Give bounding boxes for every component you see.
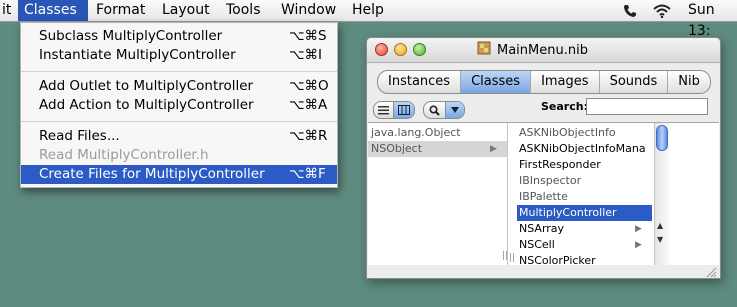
menu-item-create-files[interactable]: Create Files for MultiplyController ⌥⌘F xyxy=(21,165,337,184)
search-options-control xyxy=(423,101,465,119)
menu-layout[interactable]: Layout xyxy=(156,0,216,21)
list-item[interactable]: NSColorPicker xyxy=(517,253,652,265)
list-item-label: java.lang.Object xyxy=(371,126,461,139)
list-item[interactable]: ASKNibObjectInfo xyxy=(517,125,652,141)
search-icon[interactable] xyxy=(424,102,445,118)
column-resize-icon[interactable]: || xyxy=(502,251,508,261)
scroll-up-icon[interactable]: ▲ xyxy=(657,221,663,230)
menu-item-shortcut: ⌥⌘F xyxy=(289,166,326,182)
list-item[interactable]: NSArray ▶ xyxy=(517,221,652,237)
list-item-label: FirstResponder xyxy=(519,158,601,171)
scroll-down-icon[interactable]: ▼ xyxy=(657,235,663,244)
menu-classes[interactable]: Classes xyxy=(18,0,88,21)
menu-item-label: Add Action to MultiplyController xyxy=(39,97,254,113)
column-view-icon[interactable] xyxy=(392,102,414,118)
chevron-right-icon: ▶ xyxy=(490,144,497,154)
tab-bar: Instances Classes Images Sounds Nib xyxy=(377,70,711,94)
menu-item-read-files[interactable]: Read Files... ⌥⌘R xyxy=(21,127,337,146)
browser-column-1: java.lang.Object NSObject ▶ || xyxy=(368,123,508,265)
tab-classes[interactable]: Classes xyxy=(461,71,532,93)
menu-item-instantiate[interactable]: Instantiate MultiplyController ⌥⌘I xyxy=(21,46,337,65)
window-titlebar[interactable]: MainMenu.nib xyxy=(367,38,720,63)
menu-item-label: Read Files... xyxy=(39,128,120,144)
list-item[interactable]: ASKNibObjectInfoMana xyxy=(517,141,652,157)
chevron-down-icon[interactable] xyxy=(445,102,464,118)
nib-file-icon xyxy=(477,41,491,59)
list-item[interactable]: IBPalette xyxy=(517,189,652,205)
list-item-label: MultiplyController xyxy=(519,206,617,219)
phone-icon[interactable] xyxy=(622,2,638,19)
tab-images[interactable]: Images xyxy=(531,71,600,93)
menubar: it Classes Format Layout Tools Window He… xyxy=(0,0,737,39)
menu-item-subclass[interactable]: Subclass MultiplyController ⌥⌘S xyxy=(21,27,337,46)
browser-column-3 xyxy=(669,123,719,265)
tab-instances[interactable]: Instances xyxy=(378,71,462,93)
list-item-label: NSObject xyxy=(371,142,423,155)
menu-format[interactable]: Format xyxy=(90,0,151,21)
menu-item-shortcut: ⌥⌘R xyxy=(289,128,328,144)
list-item[interactable]: IBInspector xyxy=(517,173,652,189)
menu-separator xyxy=(21,121,337,122)
menu-window[interactable]: Window xyxy=(275,0,342,21)
browser-column-2: ASKNibObjectInfo ASKNibObjectInfoMana Fi… xyxy=(509,123,654,265)
chevron-right-icon: ▶ xyxy=(635,224,642,234)
tab-nib[interactable]: Nib xyxy=(668,71,710,93)
list-item-label: ASKNibObjectInfoMana xyxy=(519,142,646,155)
tab-sounds[interactable]: Sounds xyxy=(600,71,669,93)
zoom-button[interactable] xyxy=(413,43,426,56)
list-item[interactable]: NSObject ▶ xyxy=(368,141,507,157)
list-item[interactable]: java.lang.Object xyxy=(368,125,507,141)
nib-window: MainMenu.nib Instances Classes Images So… xyxy=(366,37,721,279)
menu-separator xyxy=(21,71,337,72)
list-item-label: NSCell xyxy=(519,238,555,251)
search-label: Search: xyxy=(541,100,588,113)
menu-item-add-outlet[interactable]: Add Outlet to MultiplyController ⌥⌘O xyxy=(21,77,337,96)
search-input[interactable] xyxy=(586,98,708,115)
window-title-group: MainMenu.nib xyxy=(477,41,588,59)
menu-item-shortcut: ⌥⌘I xyxy=(289,47,323,63)
list-item-label: NSArray xyxy=(519,222,565,235)
chevron-right-icon: ▶ xyxy=(635,240,642,250)
minimize-button[interactable] xyxy=(394,43,407,56)
menu-tools[interactable]: Tools xyxy=(220,0,267,21)
menu-item-shortcut: ⌥⌘A xyxy=(289,97,328,113)
wifi-icon[interactable] xyxy=(652,2,672,19)
list-item[interactable]: MultiplyController xyxy=(517,205,652,221)
classes-menu: Subclass MultiplyController ⌥⌘S Instanti… xyxy=(20,22,338,188)
close-button[interactable] xyxy=(375,43,388,56)
menu-item-label: Add Outlet to MultiplyController xyxy=(39,78,254,94)
list-item[interactable]: NSCell ▶ xyxy=(517,237,652,253)
resize-grip-icon[interactable] xyxy=(703,264,717,278)
list-item[interactable]: FirstResponder xyxy=(517,157,652,173)
menu-it[interactable]: it xyxy=(0,0,17,21)
menu-help[interactable]: Help xyxy=(346,0,390,21)
menu-item-read-header: Read MultiplyController.h xyxy=(21,146,337,165)
scrollbar-thumb[interactable] xyxy=(656,125,668,151)
window-title: MainMenu.nib xyxy=(497,42,588,58)
list-item-label: ASKNibObjectInfo xyxy=(519,126,616,139)
menu-item-label: Read MultiplyController.h xyxy=(39,147,209,163)
list-item-label: IBPalette xyxy=(519,190,568,203)
list-item-label: NSColorPicker xyxy=(519,254,596,265)
vertical-scrollbar[interactable]: ▲ ▼ xyxy=(654,123,669,265)
menu-item-shortcut: ⌥⌘S xyxy=(289,28,327,44)
class-browser: java.lang.Object NSObject ▶ || ASKNibObj… xyxy=(368,122,719,265)
menu-item-label: Instantiate MultiplyController xyxy=(39,47,236,63)
menu-item-add-action[interactable]: Add Action to MultiplyController ⌥⌘A xyxy=(21,96,337,115)
menu-item-label: Create Files for MultiplyController xyxy=(39,166,265,182)
menu-item-label: Subclass MultiplyController xyxy=(39,28,223,44)
view-mode-control xyxy=(373,101,415,119)
column-footer: || xyxy=(368,249,508,265)
column-resize-icon[interactable]: || xyxy=(509,253,515,263)
list-view-icon[interactable] xyxy=(374,102,393,118)
menu-item-shortcut: ⌥⌘O xyxy=(289,78,329,94)
list-item-label: IBInspector xyxy=(519,174,582,187)
menubar-clock[interactable]: Sun 13: xyxy=(688,0,737,39)
